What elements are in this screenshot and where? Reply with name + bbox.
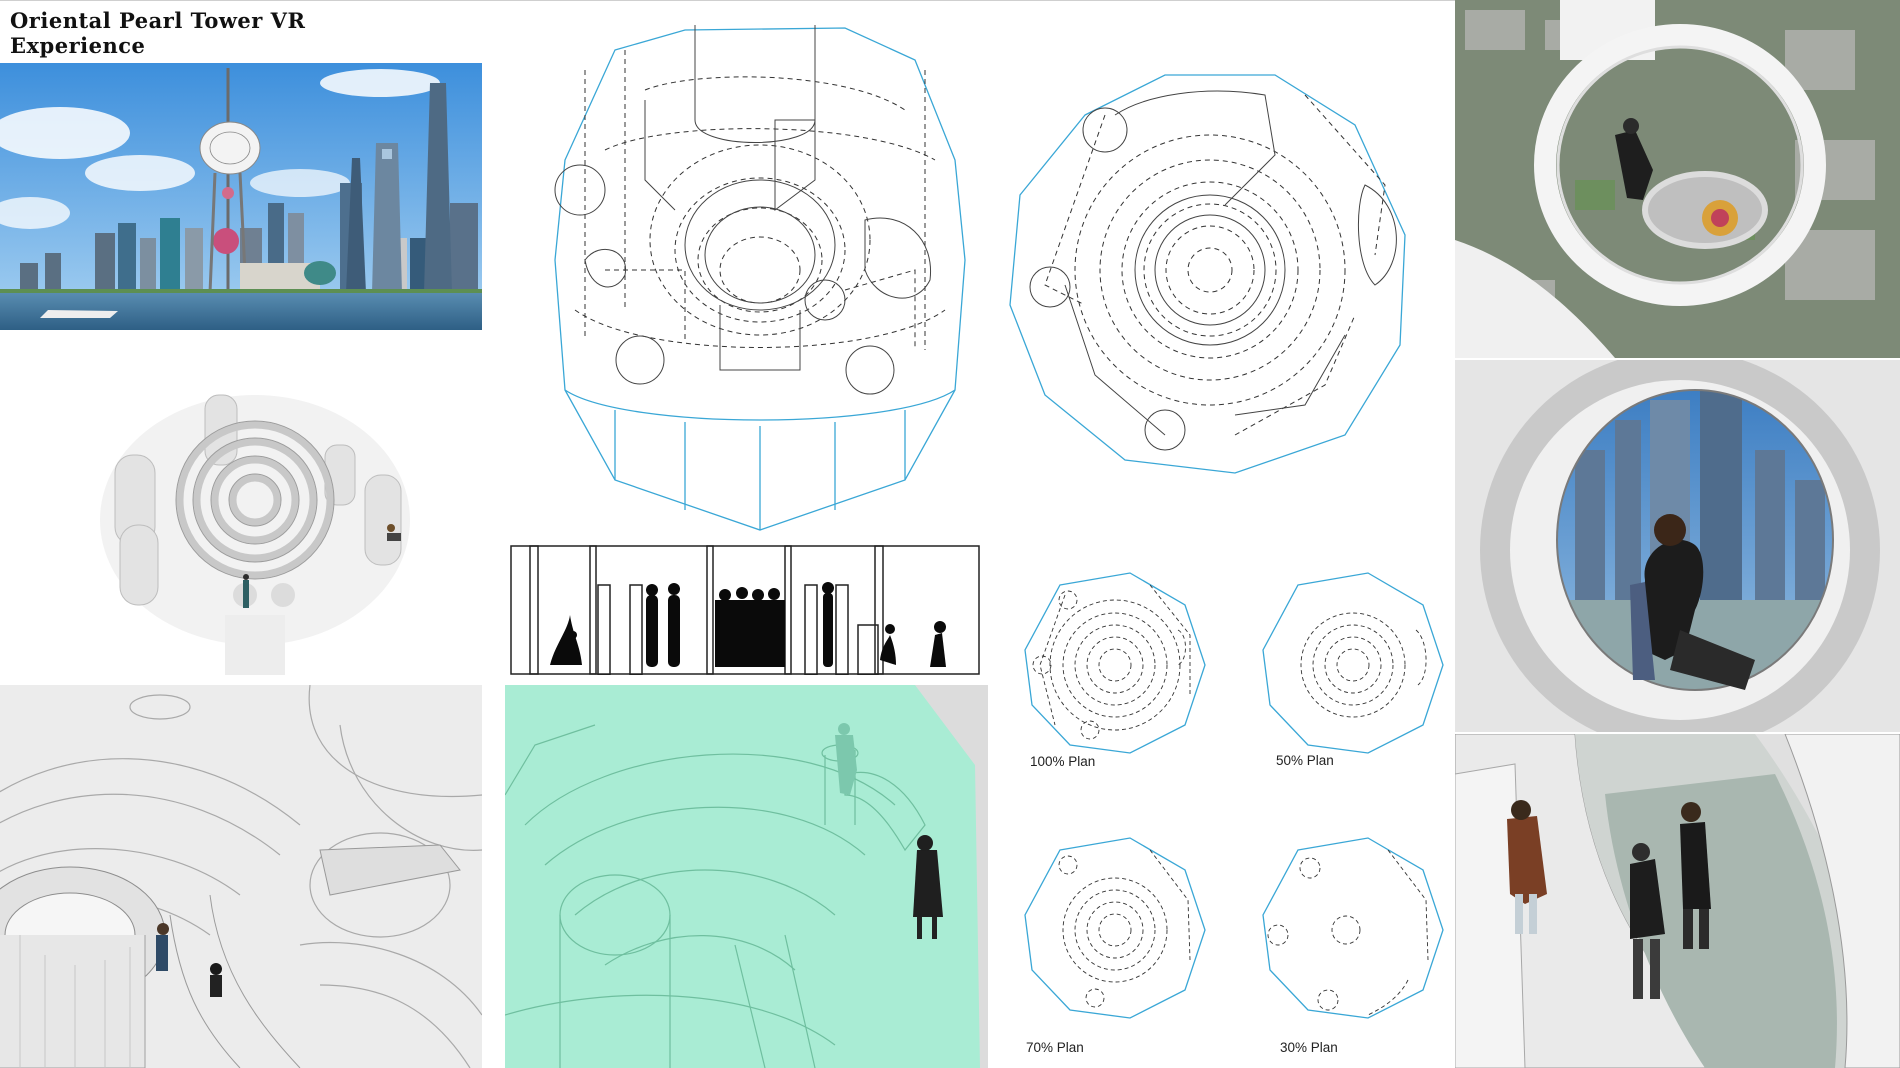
plan-70-label: 70% Plan — [1026, 1040, 1084, 1055]
plan-70-drawing — [1020, 830, 1210, 1025]
aerial-vr-photo — [1455, 0, 1900, 358]
plan-100-label: 100% Plan — [1030, 754, 1096, 769]
maze-render — [95, 385, 415, 675]
axonometric-drawing — [545, 10, 975, 540]
plan-30-drawing — [1258, 830, 1448, 1025]
plan-100-drawing — [1020, 565, 1210, 760]
plan-50-label: 50% Plan — [1276, 753, 1334, 768]
window-vr-photo — [1455, 360, 1900, 732]
top-border — [0, 0, 1455, 1]
skyline-photo — [0, 63, 482, 330]
interior-render-grey — [0, 685, 482, 1068]
section-strip — [510, 545, 980, 675]
title-line-1: Oriental Pearl Tower VR — [10, 8, 306, 33]
plan-50-drawing — [1258, 565, 1448, 760]
top-plan-drawing — [1005, 55, 1415, 475]
corridor-vr-photo — [1455, 734, 1900, 1068]
interior-render-mint — [505, 685, 988, 1068]
title-line-2: Experience — [10, 33, 146, 58]
page-title: Oriental Pearl Tower VR Experience — [10, 8, 305, 58]
plan-30-label: 30% Plan — [1280, 1040, 1338, 1055]
